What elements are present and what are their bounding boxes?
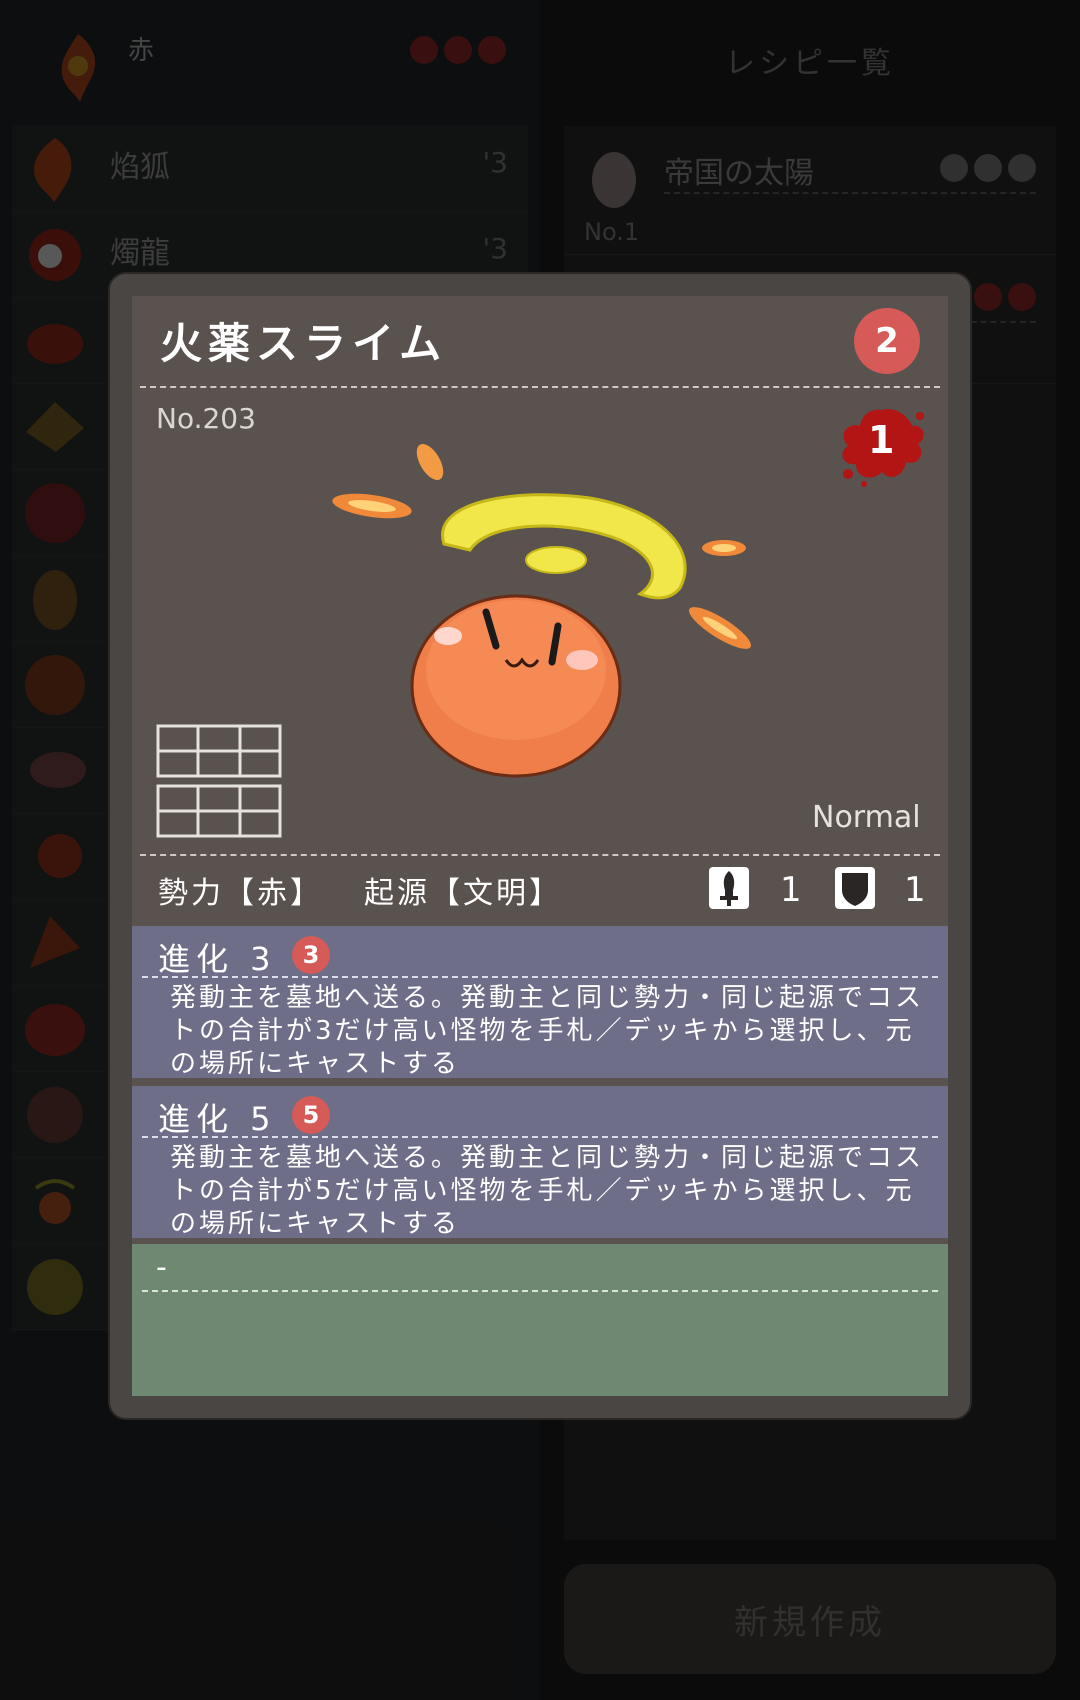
origin-label: 起源【文明】 <box>364 876 562 911</box>
defense-value: 1 <box>904 870 926 910</box>
divider <box>140 854 940 856</box>
creature-illustration <box>332 443 751 778</box>
card-name: 火薬スライム <box>160 319 448 368</box>
attack-value: 1 <box>780 870 802 910</box>
divider <box>142 976 938 978</box>
ability-panel: 進化 5 5 発動主を墓地へ送る。発動主と同じ勢力・同じ起源でコストの合計が5だ… <box>132 1086 948 1239</box>
shield-icon <box>835 867 875 909</box>
card-number: No.203 <box>156 402 256 435</box>
ability-description: 発動主を墓地へ送る。発動主と同じ勢力・同じ起源でコストの合計が3だけ高い怪物を手… <box>170 983 925 1079</box>
grid-icon <box>156 724 282 838</box>
ability-cost-badge: 3 <box>292 936 330 974</box>
ability-title: 進化 3 <box>158 940 277 978</box>
cost-badge: 2 <box>854 308 920 374</box>
ability-title: 進化 5 <box>158 1100 277 1138</box>
rarity-label: Normal <box>812 800 921 835</box>
blood-value: 1 <box>868 418 895 462</box>
sword-icon <box>709 867 749 909</box>
ability-panel: 進化 3 3 発動主を墓地へ送る。発動主と同じ勢力・同じ起源でコストの合計が3だ… <box>132 926 948 1079</box>
card-stats-row: 勢力【赤】 起源【文明】 1 1 <box>132 860 948 916</box>
divider <box>142 1136 938 1138</box>
divider <box>140 386 940 388</box>
faction-label: 勢力【赤】 <box>158 876 323 911</box>
ability-description: 発動主を墓地へ送る。発動主と同じ勢力・同じ起源でコストの合計が5だけ高い怪物を手… <box>170 1143 925 1239</box>
flavor-text: - <box>156 1250 167 1285</box>
divider <box>142 1290 938 1292</box>
flavor-panel: - <box>132 1244 948 1396</box>
ability-cost-badge: 5 <box>292 1096 330 1134</box>
